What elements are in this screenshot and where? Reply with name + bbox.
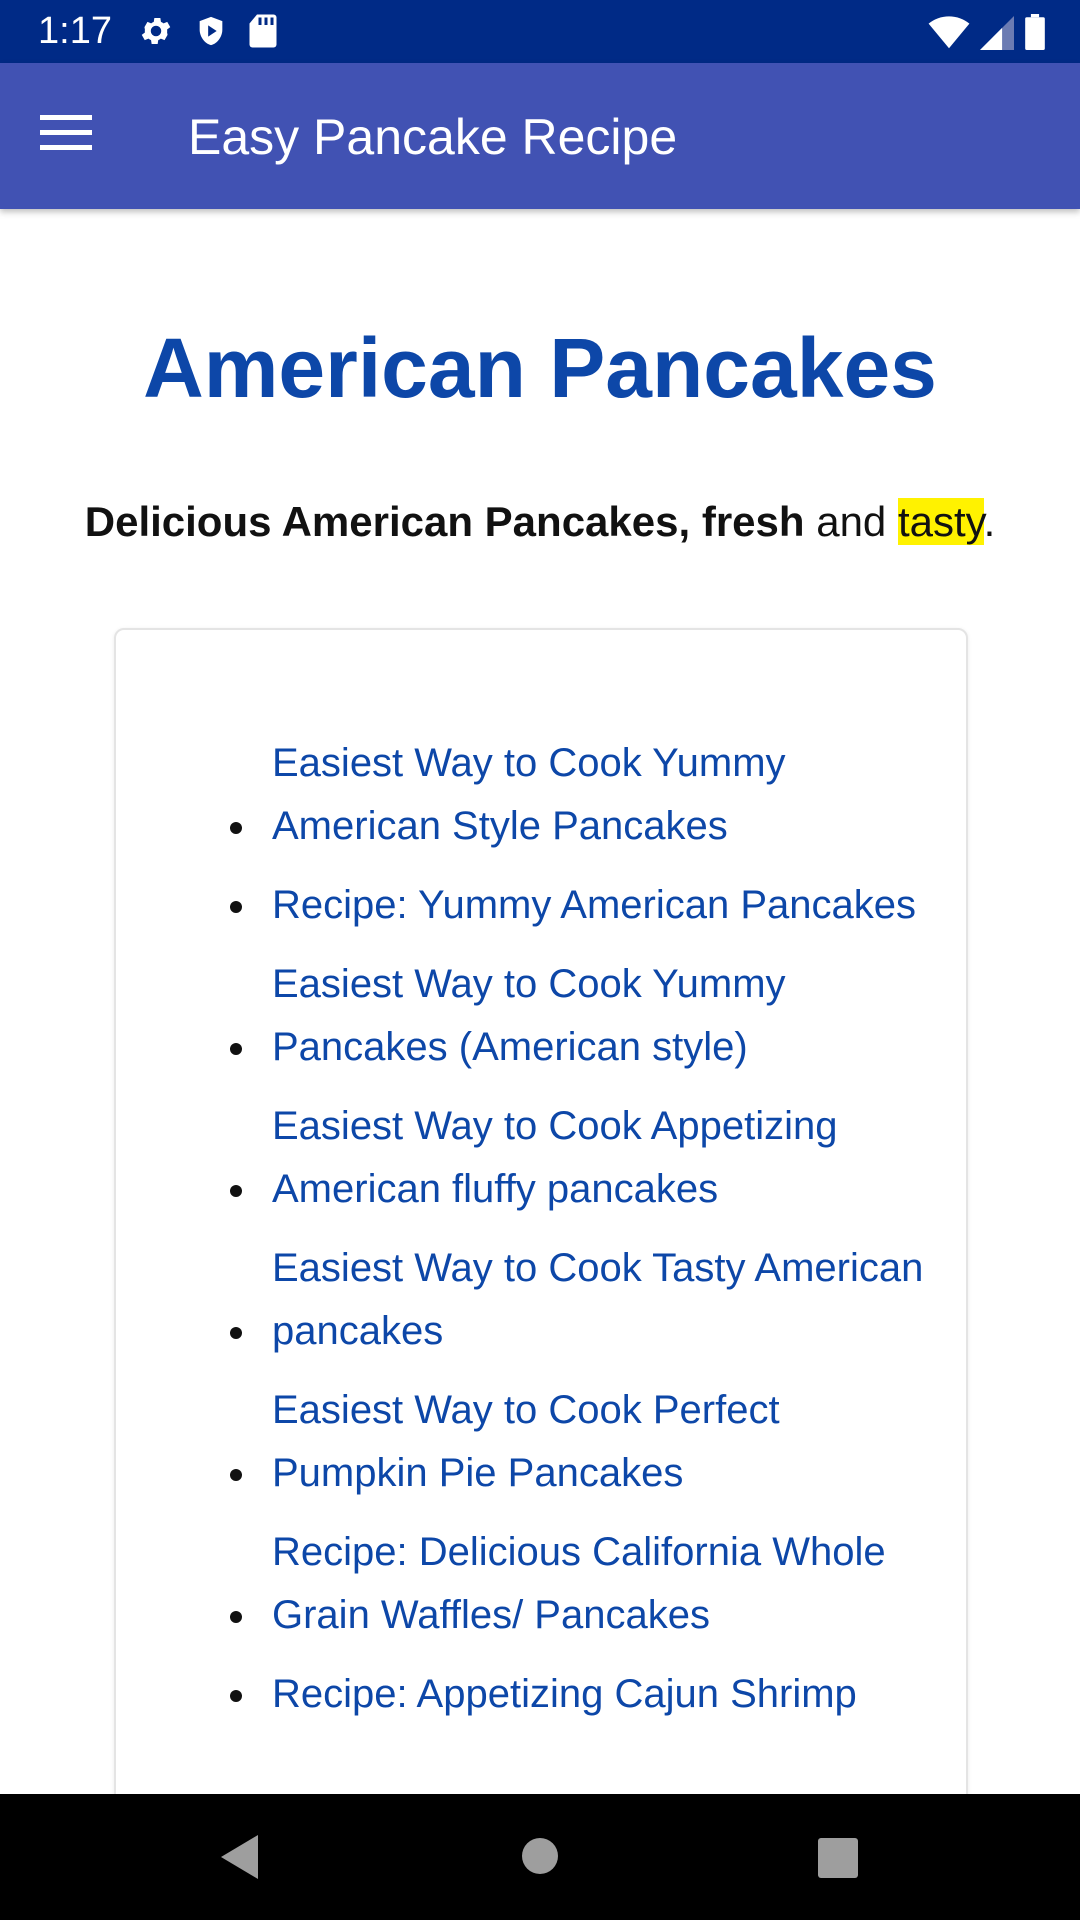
recipe-link[interactable]: Recipe: Delicious California Whole Grain… (230, 1521, 932, 1647)
wifi-icon (928, 16, 970, 50)
back-icon[interactable] (216, 1832, 262, 1887)
list-bullet (230, 822, 242, 834)
status-time: 1:17 (38, 10, 112, 52)
recipe-link[interactable]: Easiest Way to Cook Appetizing American … (230, 1095, 932, 1221)
recipe-link[interactable]: Easiest Way to Cook Yummy Pancakes (Amer… (230, 953, 932, 1079)
recipe-link[interactable]: Easiest Way to Cook Tasty American panca… (230, 1237, 932, 1363)
status-icons-right (928, 14, 1046, 50)
recipe-link[interactable]: Easiest Way to Cook Yummy American Style… (230, 732, 932, 858)
status-bar: 1:17 (0, 0, 1080, 63)
list-bullet (230, 901, 242, 913)
signal-icon (980, 16, 1014, 50)
page-subtitle: Delicious American Pancakes, fresh and t… (0, 494, 1080, 550)
recipe-link-text[interactable]: Easiest Way to Cook Yummy Pancakes (Amer… (272, 962, 786, 1069)
recipe-link-text[interactable]: Easiest Way to Cook Appetizing American … (272, 1104, 837, 1211)
gear-icon (138, 13, 174, 49)
status-icons-left (138, 13, 278, 49)
list-bullet (230, 1043, 242, 1055)
recipe-link-text[interactable]: Recipe: Appetizing Cajun Shrimp (272, 1672, 857, 1716)
app-bar: Easy Pancake Recipe (0, 63, 1080, 209)
subtitle-plain-text: and (804, 498, 898, 545)
home-icon[interactable] (520, 1836, 560, 1881)
list-bullet (230, 1469, 242, 1481)
shield-icon (194, 13, 228, 49)
sd-card-icon (248, 13, 278, 49)
recipe-link[interactable]: Recipe: Appetizing Cajun Shrimp (230, 1663, 932, 1726)
list-bullet (230, 1327, 242, 1339)
subtitle-end: . (983, 498, 996, 545)
recipe-list: Easiest Way to Cook Yummy American Style… (230, 732, 932, 1742)
recipe-link-text[interactable]: Easiest Way to Cook Tasty American panca… (272, 1246, 923, 1353)
recipe-link-text[interactable]: Recipe: Delicious California Whole Grain… (272, 1530, 886, 1637)
hamburger-menu-icon[interactable] (40, 113, 104, 159)
list-bullet (230, 1185, 242, 1197)
app-title: Easy Pancake Recipe (188, 109, 678, 165)
recent-apps-icon[interactable] (816, 1836, 860, 1885)
list-bullet (230, 1611, 242, 1623)
page-title: American Pancakes (143, 321, 937, 415)
battery-icon (1024, 14, 1046, 50)
recipe-link[interactable]: Recipe: Yummy American Pancakes (230, 874, 932, 937)
recipe-link[interactable]: Easiest Way to Cook Perfect Pumpkin Pie … (230, 1379, 932, 1505)
recipe-link-text[interactable]: Easiest Way to Cook Perfect Pumpkin Pie … (272, 1388, 780, 1495)
recipe-link-text[interactable]: Easiest Way to Cook Yummy American Style… (272, 741, 786, 848)
subtitle-highlighted-text: tasty (897, 498, 984, 545)
system-nav-bar (0, 1794, 1080, 1920)
recipe-link-text[interactable]: Recipe: Yummy American Pancakes (272, 883, 916, 927)
list-bullet (230, 1690, 242, 1702)
subtitle-bold-text: Delicious American Pancakes, fresh (84, 498, 805, 545)
